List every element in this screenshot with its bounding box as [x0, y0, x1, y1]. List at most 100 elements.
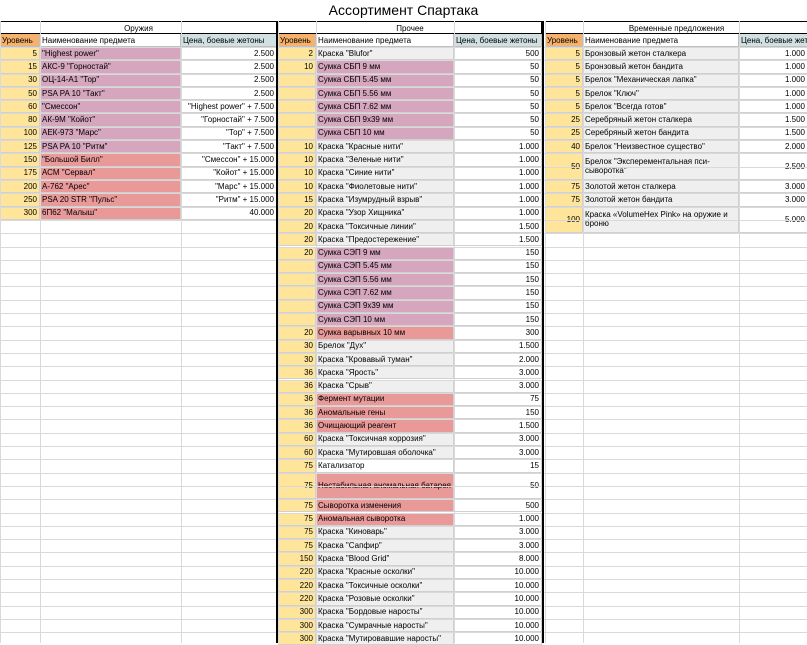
row-price: 10.000 — [454, 579, 542, 593]
table-row: 36 Фермент мутации 75 — [278, 392, 542, 407]
row-name: Краска "Узор Хищника" — [316, 206, 454, 220]
row-name: Краска "Blood Grid" — [316, 552, 454, 566]
table-row: 75 Сыворотка изменения 500 — [278, 499, 542, 513]
row-level: 10 — [278, 166, 316, 180]
grid-line-horizontal — [0, 446, 807, 447]
table-row: 36 Аномальные гены 150 — [278, 406, 542, 420]
row-name: Брелок "Неизвестное существо" — [583, 140, 739, 154]
table-row: Сумка СЭП 5.45 мм 150 — [278, 259, 542, 274]
row-level: 2 — [278, 47, 316, 61]
row-name: Сумка СБП 5.45 мм — [316, 73, 454, 87]
row-level-value: 20 — [304, 248, 313, 258]
row-level: 50 — [0, 86, 40, 101]
row-price: "Горностай" + 7.500 — [181, 113, 277, 127]
row-price-value: "Марс" + 15.000 — [215, 181, 274, 191]
row-name: ОЦ-14-А1 "Тор" — [40, 73, 181, 87]
row-name: Бронзовый жетон бандита — [583, 60, 739, 74]
row-price-value: 1.500 — [518, 221, 539, 231]
row-price: 3.000 — [454, 525, 542, 540]
row-level-value: 75 — [304, 540, 313, 550]
row-level: 60 — [278, 446, 316, 460]
row-name-value: Краска "Срыв" — [318, 381, 372, 391]
row-price: 8.000 — [454, 552, 542, 566]
row-level-value: 220 — [299, 567, 313, 577]
row-price-value: 1.500 — [518, 341, 539, 351]
row-name: Аномальная сыворотка — [316, 512, 454, 526]
row-level: 5 — [545, 73, 583, 87]
table-row: 10 Сумка СБП 9 мм 50 — [278, 60, 542, 74]
table-row: 15 АКС-9 "Горностай" 2.500 — [0, 60, 277, 74]
row-name-value: А-762 "Арес" — [42, 181, 90, 191]
row-level: 75 — [278, 512, 316, 526]
row-price-value: 50 — [530, 101, 539, 111]
row-level: 20 — [278, 233, 316, 247]
table-row: 60 "Смессон" "Highest power" + 7.500 — [0, 100, 277, 114]
row-level-value: 75 — [304, 460, 313, 470]
row-level — [278, 273, 316, 287]
row-price-value: 2.500 — [253, 88, 274, 98]
row-name-value: PSA PA 10 "Такт" — [42, 88, 105, 98]
row-price-value: 3.000 — [518, 527, 539, 537]
row-name: АЕК-973 "Марс" — [40, 126, 181, 141]
row-level: 250 — [0, 193, 40, 207]
row-price: 1.000 — [454, 206, 542, 220]
row-level — [278, 313, 316, 327]
row-name: PSA PA 10 "Такт" — [40, 86, 181, 101]
column-header-level: Уровень — [545, 34, 583, 47]
row-price: 15 — [454, 459, 542, 473]
row-price-value: 500 — [525, 48, 539, 58]
row-price-value: 1.000 — [784, 75, 805, 85]
row-price-value: 150 — [525, 274, 539, 284]
row-name-value: PSA PA 10 "Ритм" — [42, 141, 108, 151]
table-row: 30 Краска "Кровавый туман" 2.000 — [278, 352, 542, 367]
row-price: 1.000 — [454, 193, 542, 207]
table-row: 5 Брелок "Всегда готов" 1.000 — [545, 100, 807, 114]
row-name: Сумка варывных 10 мм — [316, 326, 454, 340]
row-price: 10.000 — [454, 605, 542, 619]
table-row: 5 Брелок "Механическая лапка" 1.000 — [545, 73, 807, 87]
row-price: 2.500 — [181, 47, 277, 61]
row-level-value: 60 — [304, 447, 313, 457]
row-price: 1.500 — [454, 339, 542, 353]
other-table: Прочее Уровень Наименование предмета Цена, … — [278, 21, 542, 645]
temporary-offers-table: Временные предложения Уровень Наименование… — [545, 21, 807, 643]
row-name: Серебряный жетон бандита — [583, 126, 739, 141]
row-level: 75 — [545, 193, 583, 207]
row-price: "Ритм" + 15.000 — [181, 193, 277, 207]
row-price-value: 1.000 — [784, 48, 805, 58]
row-price: 75 — [454, 392, 542, 407]
grid-line-horizontal — [0, 473, 807, 474]
row-level-value: 80 — [28, 115, 37, 125]
row-name: Сумка СЭП 10 мм — [316, 313, 454, 327]
row-level-value: 250 — [23, 194, 37, 204]
table-row: 36 Очищающий реагент 1.500 — [278, 419, 542, 433]
grid-line-horizontal — [0, 579, 807, 580]
row-price: 150 — [454, 313, 542, 327]
row-level — [278, 113, 316, 127]
row-name: Краска "Сапфир" — [316, 539, 454, 553]
row-level-value: 5 — [575, 48, 580, 58]
grid-line-vertical — [181, 21, 182, 643]
row-price-value: 10.000 — [514, 567, 539, 577]
row-level: 40 — [545, 140, 583, 154]
grid-line-horizontal — [0, 552, 807, 553]
grid-line-horizontal — [0, 539, 807, 540]
row-level-value — [280, 127, 313, 139]
row-price-value: 50 — [530, 61, 539, 71]
row-price-value: 10.000 — [514, 607, 539, 617]
row-level: 20 — [278, 219, 316, 234]
row-price: 3.000 — [454, 379, 542, 393]
column-header-price: Цена, боевые жетоны — [739, 34, 807, 47]
row-name-value: Очищающий реагент — [318, 421, 397, 431]
row-name: Сумка СЭП 9х39 мм — [316, 299, 454, 313]
row-price: 150 — [454, 273, 542, 287]
table-row: 20 Краска "Узор Хищника" 1.000 — [278, 206, 542, 220]
row-price-value: 150 — [525, 407, 539, 417]
row-name-value: Брелок "Неизвестное существо" — [585, 141, 705, 151]
row-level: 15 — [278, 193, 316, 207]
row-price: 1.000 — [739, 47, 807, 61]
row-level: 300 — [278, 632, 316, 645]
row-name: Краска "Бордовые наросты" — [316, 605, 454, 619]
row-name: А-762 "Арес" — [40, 180, 181, 194]
row-price: 50 — [454, 113, 542, 127]
